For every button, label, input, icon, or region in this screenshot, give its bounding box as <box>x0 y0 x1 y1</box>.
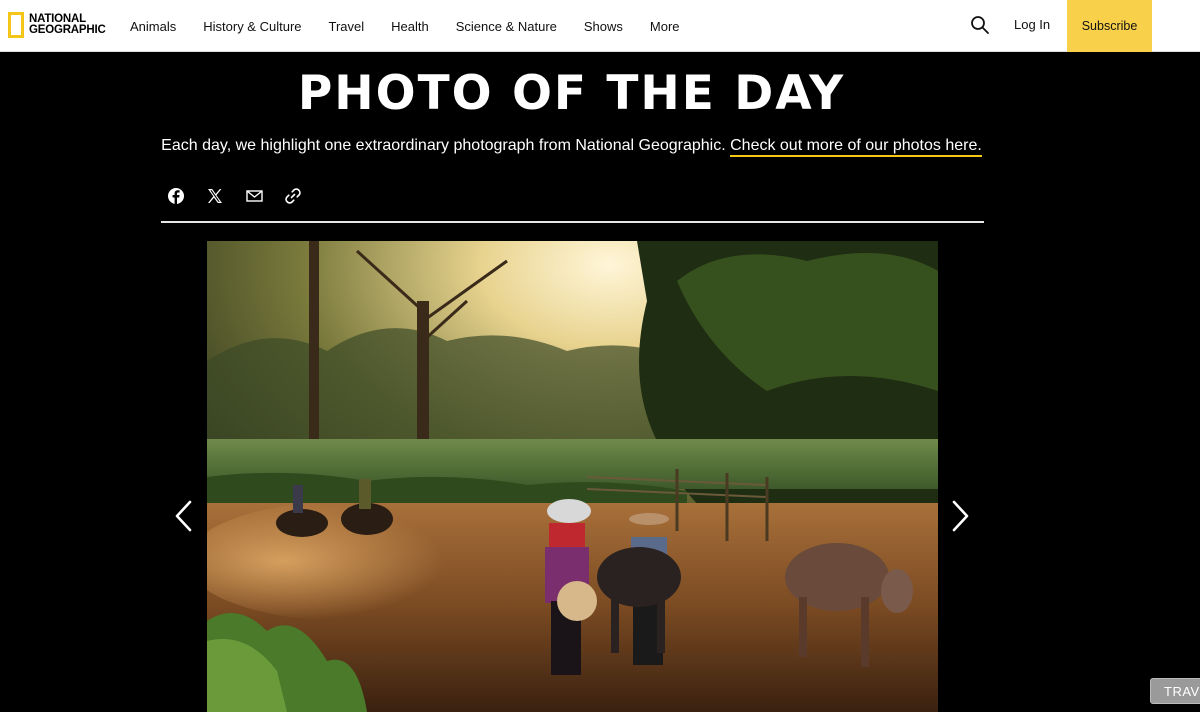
x-icon[interactable] <box>205 186 225 206</box>
travel-tag[interactable]: TRAVE <box>1150 678 1200 704</box>
site-header: NATIONAL GEOGRAPHIC Animals History & Cu… <box>0 0 1200 52</box>
nav-animals[interactable]: Animals <box>130 19 176 34</box>
photo-of-the-day-image <box>207 241 938 712</box>
description-text: Each day, we highlight one extraordinary… <box>161 137 726 154</box>
chevron-left-icon[interactable] <box>172 499 196 533</box>
nav-history-culture[interactable]: History & Culture <box>203 19 301 34</box>
nav-more[interactable]: More <box>650 19 680 34</box>
divider <box>161 221 984 223</box>
page-description: Each day, we highlight one extraordinary… <box>0 137 1143 157</box>
subscribe-button[interactable]: Subscribe <box>1067 0 1152 52</box>
search-icon[interactable] <box>970 15 990 35</box>
login-link[interactable]: Log In <box>1014 17 1050 32</box>
nav-travel[interactable]: Travel <box>329 19 365 34</box>
nav-shows[interactable]: Shows <box>584 19 623 34</box>
link-icon[interactable] <box>283 186 303 206</box>
nav-science-nature[interactable]: Science & Nature <box>456 19 557 34</box>
chevron-right-icon[interactable] <box>948 499 972 533</box>
yellow-border-icon <box>8 12 24 38</box>
national-geographic-logo[interactable]: NATIONAL GEOGRAPHIC <box>8 12 106 38</box>
logo-line-2: GEOGRAPHIC <box>29 24 106 36</box>
facebook-icon[interactable] <box>166 186 186 206</box>
page-title: PHOTO OF THE DAY <box>297 66 846 121</box>
share-bar <box>166 186 322 206</box>
more-photos-link[interactable]: Check out more of our photos here. <box>730 137 982 157</box>
email-icon[interactable] <box>244 186 264 206</box>
main-nav: Animals History & Culture Travel Health … <box>130 0 707 52</box>
nav-health[interactable]: Health <box>391 19 429 34</box>
